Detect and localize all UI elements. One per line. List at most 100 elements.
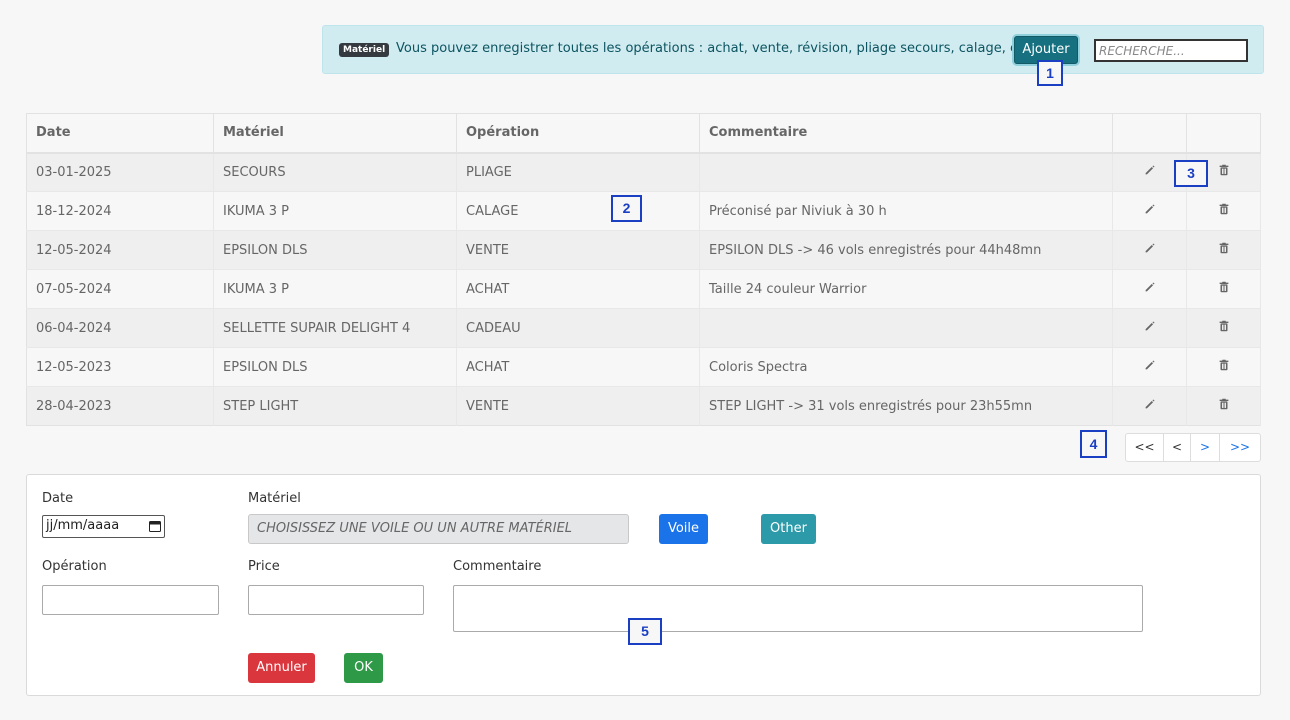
cell-commentaire: Coloris Spectra [699, 347, 1113, 387]
table-row: 03-01-2025 SECOURS PLIAGE [26, 152, 1261, 192]
table-row: 12-05-2024 EPSILON DLS VENTE EPSILON DLS… [26, 230, 1261, 270]
other-button[interactable]: Other [761, 514, 816, 544]
annotation-marker-4: 4 [1080, 430, 1107, 458]
annotation-marker-1: 1 [1037, 60, 1063, 86]
banner-text: Vous pouvez enregistrer toutes les opéra… [396, 41, 1043, 56]
header-edit [1112, 113, 1187, 154]
date-input[interactable]: jj/mm/aaaa [42, 515, 165, 538]
cell-materiel: SELLETTE SUPAIR DELIGHT 4 [213, 308, 457, 348]
pencil-icon[interactable] [1143, 358, 1157, 372]
edit-cell [1112, 230, 1187, 270]
trash-icon[interactable] [1217, 163, 1231, 177]
trash-icon[interactable] [1217, 280, 1231, 294]
edit-cell [1112, 347, 1187, 387]
cell-commentaire: Préconisé par Niviuk à 30 h [699, 191, 1113, 231]
price-input[interactable] [248, 585, 424, 615]
operation-label: Opération [42, 559, 107, 574]
ok-button[interactable]: OK [344, 653, 383, 683]
cell-date: 18-12-2024 [26, 191, 214, 231]
table-row: 18-12-2024 IKUMA 3 P CALAGE Préconisé pa… [26, 191, 1261, 231]
cell-operation: VENTE [456, 230, 700, 270]
edit-cell [1112, 269, 1187, 309]
cell-operation: CALAGE [456, 191, 700, 231]
trash-icon[interactable] [1217, 202, 1231, 216]
cell-commentaire: STEP LIGHT -> 31 vols enregistrés pour 2… [699, 386, 1113, 426]
annotation-marker-2: 2 [611, 195, 642, 222]
pencil-icon[interactable] [1143, 319, 1157, 333]
cell-operation: ACHAT [456, 269, 700, 309]
commentaire-textarea[interactable] [453, 585, 1143, 632]
annotation-marker-5: 5 [628, 618, 662, 645]
table-header-row: Date Matériel Opération Commentaire [26, 113, 1261, 154]
pagination: << < > >> [1125, 433, 1261, 462]
cell-commentaire: EPSILON DLS -> 46 vols enregistrés pour … [699, 230, 1113, 270]
page-first-button[interactable]: << [1126, 434, 1164, 461]
cell-materiel: EPSILON DLS [213, 347, 457, 387]
info-banner: Matériel Vous pouvez enregistrer toutes … [322, 25, 1264, 74]
commentaire-label: Commentaire [453, 559, 542, 574]
trash-icon[interactable] [1217, 397, 1231, 411]
cell-date: 12-05-2024 [26, 230, 214, 270]
cell-commentaire [699, 308, 1113, 348]
pencil-icon[interactable] [1143, 241, 1157, 255]
delete-cell [1186, 191, 1261, 231]
page-prev-button[interactable]: < [1164, 434, 1191, 461]
cell-date: 12-05-2023 [26, 347, 214, 387]
date-label: Date [42, 491, 74, 506]
table-row: 06-04-2024 SELLETTE SUPAIR DELIGHT 4 CAD… [26, 308, 1261, 348]
cell-operation: VENTE [456, 386, 700, 426]
cell-operation: PLIAGE [456, 152, 700, 192]
operation-input[interactable] [42, 585, 219, 615]
page-next-button[interactable]: > [1191, 434, 1220, 461]
cell-date: 28-04-2023 [26, 386, 214, 426]
pencil-icon[interactable] [1143, 163, 1157, 177]
trash-icon[interactable] [1217, 241, 1231, 255]
edit-cell [1112, 308, 1187, 348]
delete-cell [1186, 230, 1261, 270]
cell-operation: CADEAU [456, 308, 700, 348]
operations-table: Date Matériel Opération Commentaire 03-0… [26, 113, 1261, 426]
page-last-button[interactable]: >> [1220, 434, 1260, 461]
cell-date: 06-04-2024 [26, 308, 214, 348]
price-label: Price [248, 559, 280, 574]
operation-form: Date jj/mm/aaaa Matériel CHOISISSEZ UNE … [26, 474, 1261, 696]
header-materiel[interactable]: Matériel [213, 113, 457, 154]
table-row: 28-04-2023 STEP LIGHT VENTE STEP LIGHT -… [26, 386, 1261, 426]
date-value: jj/mm/aaaa [46, 518, 120, 533]
cell-materiel: EPSILON DLS [213, 230, 457, 270]
materiel-badge: Matériel [339, 43, 390, 57]
trash-icon[interactable] [1217, 358, 1231, 372]
edit-cell [1112, 191, 1187, 231]
header-date[interactable]: Date [26, 113, 214, 154]
header-delete [1186, 113, 1261, 154]
header-commentaire[interactable]: Commentaire [699, 113, 1113, 154]
search-input[interactable] [1094, 39, 1248, 62]
delete-cell [1186, 386, 1261, 426]
materiel-label: Matériel [248, 491, 301, 506]
table-row: 07-05-2024 IKUMA 3 P ACHAT Taille 24 cou… [26, 269, 1261, 309]
cell-commentaire [699, 152, 1113, 192]
pencil-icon[interactable] [1143, 202, 1157, 216]
delete-cell [1186, 308, 1261, 348]
delete-cell [1186, 269, 1261, 309]
cell-date: 07-05-2024 [26, 269, 214, 309]
cell-commentaire: Taille 24 couleur Warrior [699, 269, 1113, 309]
annotation-marker-3: 3 [1174, 160, 1208, 187]
cell-date: 03-01-2025 [26, 152, 214, 192]
cell-materiel: STEP LIGHT [213, 386, 457, 426]
materiel-select[interactable]: CHOISISSEZ UNE VOILE OU UN AUTRE MATÉRIE… [248, 514, 629, 544]
pencil-icon[interactable] [1143, 397, 1157, 411]
edit-cell [1112, 386, 1187, 426]
voile-button[interactable]: Voile [659, 514, 708, 544]
trash-icon[interactable] [1217, 319, 1231, 333]
cell-materiel: IKUMA 3 P [213, 269, 457, 309]
delete-cell [1186, 347, 1261, 387]
calendar-icon[interactable] [149, 520, 161, 532]
pencil-icon[interactable] [1143, 280, 1157, 294]
header-operation[interactable]: Opération [456, 113, 700, 154]
table-row: 12-05-2023 EPSILON DLS ACHAT Coloris Spe… [26, 347, 1261, 387]
cell-operation: ACHAT [456, 347, 700, 387]
cell-materiel: IKUMA 3 P [213, 191, 457, 231]
cancel-button[interactable]: Annuler [248, 653, 315, 683]
cell-materiel: SECOURS [213, 152, 457, 192]
